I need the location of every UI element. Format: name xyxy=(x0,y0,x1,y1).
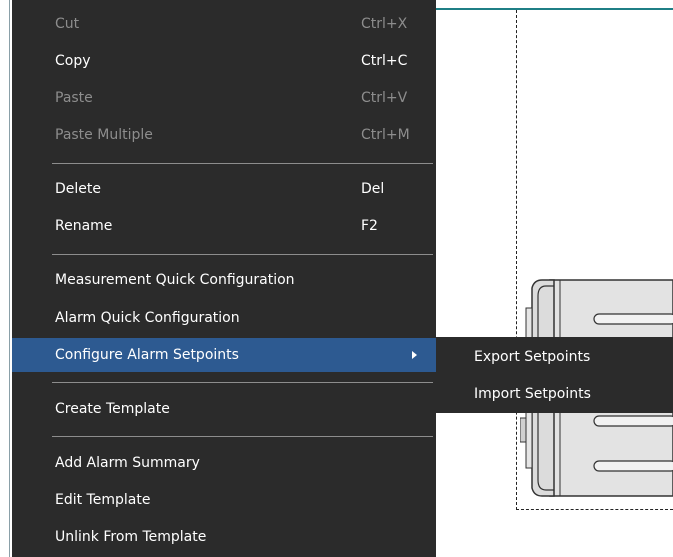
menu-item-label: Measurement Quick Configuration xyxy=(55,272,295,288)
menu-item-shortcut: Ctrl+M xyxy=(361,127,410,143)
menu-separator xyxy=(52,382,433,383)
menu-item-label: Cut xyxy=(55,16,80,32)
menu-item-alarm-quick-configuration[interactable]: Alarm Quick Configuration xyxy=(12,301,436,335)
menu-item-label: Configure Alarm Setpoints xyxy=(55,347,239,363)
menu-item-paste-multiple[interactable]: Paste Multiple Ctrl+M xyxy=(12,118,436,152)
menu-item-label: Alarm Quick Configuration xyxy=(55,310,240,326)
submenu-alarm-setpoints: Export Setpoints Import Setpoints xyxy=(436,337,673,413)
submenu-item-export-setpoints[interactable]: Export Setpoints xyxy=(436,339,673,375)
menu-item-shortcut: Del xyxy=(361,181,385,197)
menu-item-edit-template[interactable]: Edit Template xyxy=(12,483,436,517)
menu-item-paste[interactable]: Paste Ctrl+V xyxy=(12,81,436,115)
menu-item-label: Create Template xyxy=(55,401,170,417)
menu-separator xyxy=(52,436,433,437)
menu-item-copy[interactable]: Copy Ctrl+C xyxy=(12,44,436,78)
selection-outline-left xyxy=(516,10,517,510)
menu-item-unlink-from-template[interactable]: Unlink From Template xyxy=(12,520,436,554)
menu-item-label: Rename xyxy=(55,218,113,234)
menu-item-delete[interactable]: Delete Del xyxy=(12,172,436,206)
context-menu: Cut Ctrl+X Copy Ctrl+C Paste Ctrl+V Past… xyxy=(12,0,436,557)
menu-item-shortcut: Ctrl+X xyxy=(361,16,408,32)
menu-separator xyxy=(52,163,433,164)
menu-item-label: Paste Multiple xyxy=(55,127,153,143)
menu-item-label: Copy xyxy=(55,53,91,69)
window-edge xyxy=(0,0,10,557)
menu-item-label: Edit Template xyxy=(55,492,151,508)
canvas-top-border xyxy=(436,8,673,10)
menu-item-label: Unlink From Template xyxy=(55,529,207,545)
menu-item-rename[interactable]: Rename F2 xyxy=(12,209,436,243)
menu-item-add-alarm-summary[interactable]: Add Alarm Summary xyxy=(12,446,436,480)
menu-item-label: Delete xyxy=(55,181,101,197)
menu-separator xyxy=(52,254,433,255)
menu-item-shortcut: Ctrl+C xyxy=(361,53,408,69)
chevron-right-icon xyxy=(412,351,417,359)
menu-item-shortcut: Ctrl+V xyxy=(361,90,408,106)
menu-item-label: Add Alarm Summary xyxy=(55,455,200,471)
menu-item-measurement-quick-configuration[interactable]: Measurement Quick Configuration xyxy=(12,263,436,297)
menu-item-configure-alarm-setpoints[interactable]: Configure Alarm Setpoints xyxy=(12,338,436,372)
selection-outline-bottom xyxy=(516,509,673,510)
menu-item-create-template[interactable]: Create Template xyxy=(12,392,436,426)
submenu-item-label: Export Setpoints xyxy=(474,349,591,365)
submenu-item-import-setpoints[interactable]: Import Setpoints xyxy=(436,376,673,412)
menu-item-shortcut: F2 xyxy=(361,218,378,234)
submenu-item-label: Import Setpoints xyxy=(474,386,591,402)
menu-item-label: Paste xyxy=(55,90,93,106)
menu-item-cut[interactable]: Cut Ctrl+X xyxy=(12,7,436,41)
